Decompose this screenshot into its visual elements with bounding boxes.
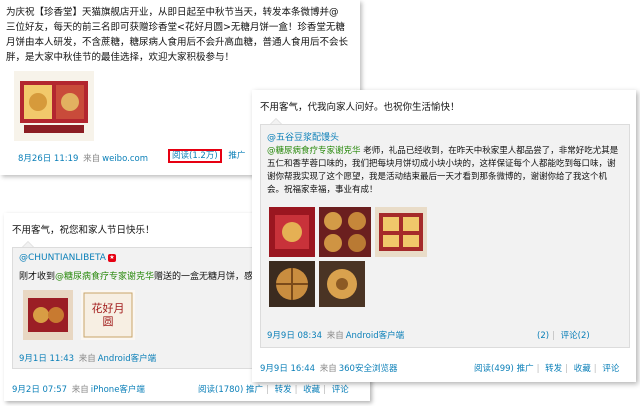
post-actions: 阅读(1780) 推广 | 转发 | 收藏 | 评论 [198, 385, 349, 395]
quote-source[interactable]: Android客户端 [346, 331, 404, 341]
quote-time[interactable]: 9月9日 08:34 [267, 331, 322, 341]
promote-link[interactable]: 推广 [228, 151, 245, 161]
post-time[interactable]: 9月9日 16:44 [260, 364, 315, 374]
post-text: 不用客气，代我向家人问好。也祝你生活愉快！ [260, 102, 460, 113]
gift-box-photo[interactable] [269, 207, 315, 257]
weibo-post-3: 不用客气，代我向家人问好。也祝你生活愉快！ @五谷豆浆配馒头 @糖尿病食疗专家谢… [252, 90, 636, 382]
quote-mention[interactable]: @糖尿病食疗专家谢克华 [267, 146, 361, 156]
post-text: 为庆祝【珍香堂】天猫旗舰店开业，从即日起至中秋节当天，转发本条微博并@ 三位好友… [6, 7, 349, 63]
mooncakes-tray-photo[interactable] [319, 207, 371, 257]
post-source[interactable]: 360安全浏览器 [339, 364, 398, 374]
quote-meta: 9月1日 11:43 来自 Android客户端 [19, 354, 157, 364]
forward-link[interactable]: 转发 [545, 364, 562, 374]
box-label: 花好月圆 [91, 302, 125, 328]
quote-author-row: @CHUNTIANLIBETA ★ [19, 253, 116, 263]
cut-mooncake-photo-1[interactable] [269, 261, 315, 307]
mooncake-box-photo-1[interactable] [23, 290, 73, 340]
cut-mooncake-photo-2[interactable] [319, 261, 365, 307]
favorite-link[interactable]: 收藏 [303, 385, 320, 395]
comment-link[interactable]: 评论 [332, 385, 349, 395]
promote-link[interactable]: 推广 [517, 364, 534, 374]
source-prefix: 来自 [83, 154, 101, 164]
quote-mention[interactable]: @糖尿病食疗专家谢克华 [55, 272, 154, 282]
forward-link[interactable]: 转发 [275, 385, 292, 395]
read-count-link[interactable]: 阅读(499) [474, 364, 514, 374]
verified-badge-icon: ★ [107, 254, 116, 262]
quoted-post: @五谷豆浆配馒头 @糖尿病食疗专家谢克华 老师，礼品已经收到，在昨天中秋家里人都… [260, 124, 630, 348]
comment-link[interactable]: 评论 [602, 364, 619, 374]
quote-text: @糖尿病食疗专家谢克华 老师，礼品已经收到，在昨天中秋家里人都品尝了，非常好吃尤… [267, 146, 619, 195]
post-meta: 8月26日 11:19 来自 weibo.com [18, 152, 150, 164]
post-text: 不用客气，祝您和家人节日快乐！ [12, 225, 155, 236]
quote-author[interactable]: @CHUNTIANLIBETA [19, 253, 106, 263]
post-time[interactable]: 9月2日 07:57 [12, 385, 67, 395]
read-count-link[interactable]: 阅读(1.2万) [168, 149, 222, 163]
post-meta: 9月2日 07:57 来自 iPhone客户端 [12, 385, 145, 395]
quote-meta: 9月9日 08:34 来自 Android客户端 [267, 331, 405, 341]
post-actions: 阅读(499) 推广 | 转发 | 收藏 | 评论 [474, 364, 620, 374]
promote-link[interactable]: 推广 [246, 385, 263, 395]
mooncake-box-photo-2[interactable]: 花好月圆 [81, 290, 135, 340]
read-count-link[interactable]: 阅读(1780) [198, 385, 243, 395]
post-source[interactable]: iPhone客户端 [91, 385, 145, 395]
open-box-photo[interactable] [375, 207, 427, 257]
post-actions: 阅读(1.2万) 推广 [168, 149, 245, 163]
quote-author[interactable]: @五谷豆浆配馒头 [267, 130, 339, 143]
favorite-link[interactable]: 收藏 [574, 364, 591, 374]
mooncake-gift-box-image[interactable] [14, 71, 94, 141]
post-meta: 9月9日 16:44 来自 360安全浏览器 [260, 364, 398, 374]
quote-comment-link[interactable]: 评论(2) [561, 331, 590, 341]
quote-actions: (2) | 评论(2) [537, 331, 590, 341]
quote-forward-link[interactable]: (2) [537, 331, 549, 341]
quote-time[interactable]: 9月1日 11:43 [19, 354, 74, 364]
post-source[interactable]: weibo.com [102, 154, 148, 164]
quote-source[interactable]: Android客户端 [98, 354, 156, 364]
post-time[interactable]: 8月26日 11:19 [18, 154, 78, 164]
